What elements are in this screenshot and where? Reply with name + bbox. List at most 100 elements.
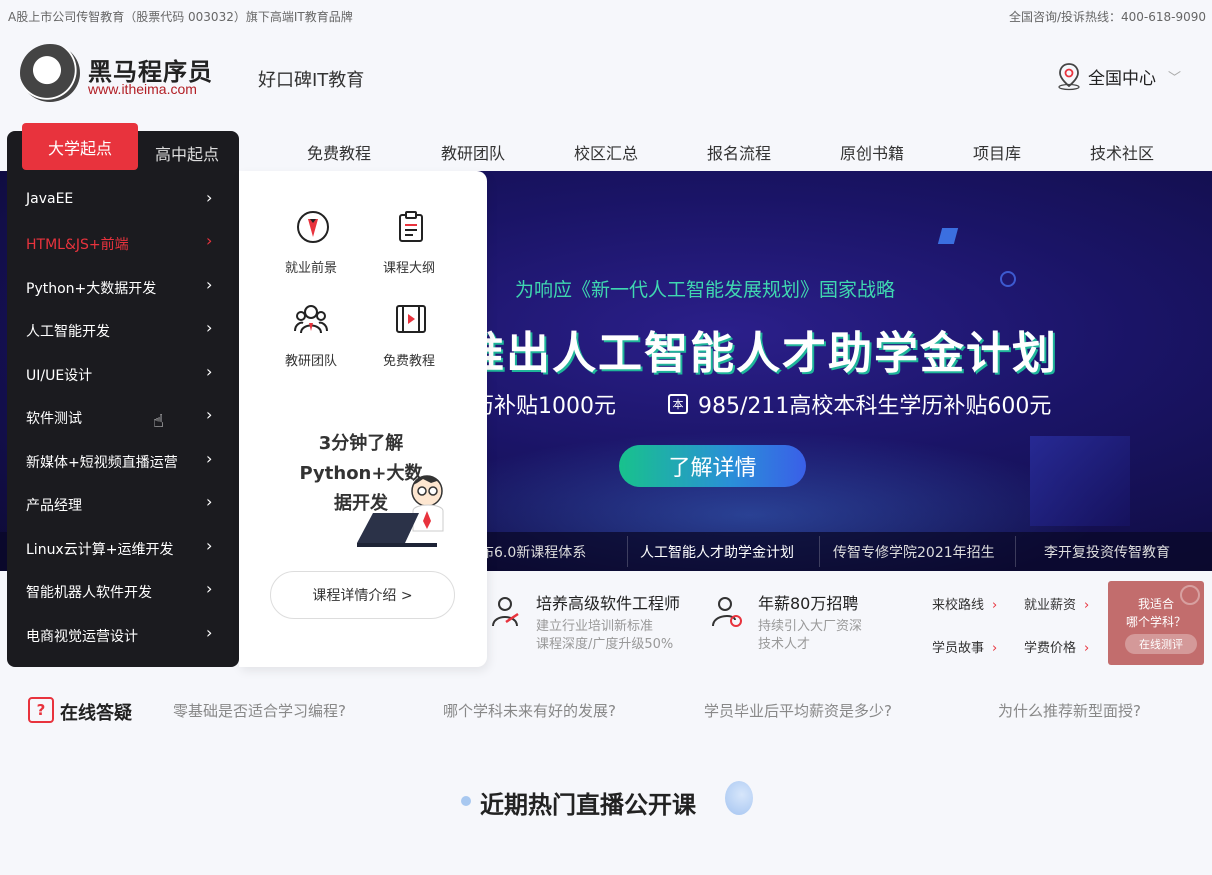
- feature-desc: 课程深度/广度升级50%: [536, 637, 674, 652]
- question-icon: ?: [28, 697, 54, 723]
- chevron-right-icon: ›: [992, 641, 998, 656]
- menu-item-testing[interactable]: 软件测试 ›: [7, 397, 239, 437]
- qa-question-4[interactable]: 为什么推荐新型面授?: [998, 700, 1141, 721]
- quiz-line-1: 我适合: [1137, 597, 1174, 611]
- chevron-right-icon: ›: [206, 231, 213, 250]
- career-prospect-icon[interactable]: [295, 209, 331, 245]
- menu-item-label: 新媒体+短视频直播运营: [26, 455, 178, 471]
- nav-free-tutorials[interactable]: 免费教程: [307, 140, 371, 164]
- menu-item-pm[interactable]: 产品经理 ›: [7, 484, 239, 524]
- tab-university[interactable]: 大学起点: [22, 123, 138, 170]
- banner-tab-1[interactable]: 布6.0新课程体系: [480, 542, 586, 562]
- section-title: 近期热门直播公开课: [480, 791, 696, 819]
- nav-campuses[interactable]: 校区汇总: [574, 140, 638, 164]
- popover-link-syllabus[interactable]: 课程大纲: [383, 257, 435, 276]
- banner-subtitle: 为响应《新一代人工智能发展规划》国家战略: [515, 279, 896, 301]
- banner-subsidy-2: 本 985/211高校本科生学历补贴600元: [668, 388, 1051, 420]
- menu-item-label: 软件测试: [26, 411, 82, 427]
- nav-projects[interactable]: 项目库: [973, 140, 1021, 164]
- banner-subsidy-1: 历补贴1000元: [472, 394, 616, 419]
- title-dot-decoration: [461, 796, 471, 806]
- company-notice: A股上市公司传智教育（股票代码 003032）旗下高端IT教育品牌: [8, 10, 353, 24]
- menu-item-label: 电商视觉运营设计: [26, 629, 138, 645]
- quick-link-stories[interactable]: 学员故事 ›: [932, 637, 997, 656]
- chevron-down-icon: ﹀: [1168, 70, 1182, 86]
- feature-desc: 技术人才: [758, 637, 811, 652]
- banner-tab-2[interactable]: 人工智能人才助学金计划: [640, 542, 794, 562]
- feature-title: 年薪80万招聘: [758, 594, 859, 613]
- chevron-right-icon: ›: [206, 405, 213, 424]
- book-icon: 本: [668, 394, 688, 414]
- banner-block: [1030, 436, 1130, 526]
- banner-subsidy-2-text: 985/211高校本科生学历补贴600元: [698, 394, 1052, 419]
- menu-item-python[interactable]: Python+大数据开发 ›: [7, 267, 239, 307]
- team-icon[interactable]: [293, 301, 329, 337]
- divider: [1015, 536, 1016, 567]
- quiz-button[interactable]: 在线测评: [1125, 634, 1197, 654]
- quick-link-label: 学员故事: [932, 641, 985, 656]
- video-icon[interactable]: [393, 301, 429, 337]
- learn-more-button[interactable]: 了解详情: [619, 445, 806, 487]
- nav-teaching-team[interactable]: 教研团队: [441, 140, 505, 164]
- menu-item-javaee[interactable]: JavaEE ›: [7, 180, 239, 220]
- chevron-right-icon: ›: [206, 623, 213, 642]
- chevron-right-icon: ›: [206, 492, 213, 511]
- popover-link-free[interactable]: 免费教程: [383, 350, 435, 369]
- programmer-illustration: [357, 475, 444, 547]
- menu-item-label: HTML&JS+前端: [26, 237, 129, 253]
- quick-link-label: 来校路线: [932, 598, 985, 613]
- qa-question-1[interactable]: 零基础是否适合学习编程?: [173, 700, 346, 721]
- hotline: 全国咨询/投诉热线：400-618-9090: [1008, 10, 1206, 24]
- location-pin-icon: [1058, 63, 1080, 91]
- menu-item-ai[interactable]: 人工智能开发 ›: [7, 310, 239, 350]
- quick-link-route[interactable]: 来校路线 ›: [932, 594, 997, 613]
- salary-icon: [712, 597, 742, 627]
- menu-item-label: Python+大数据开发: [26, 281, 157, 297]
- popover-link-team[interactable]: 教研团队: [285, 350, 337, 369]
- chevron-right-icon: ›: [206, 579, 213, 598]
- feature-desc: 建立行业培训新标准: [536, 619, 654, 634]
- subject-quiz-card[interactable]: 我适合 哪个学科？ 在线测评: [1108, 581, 1204, 665]
- slogan: 好口碑IT教育: [258, 70, 365, 91]
- qa-question-2[interactable]: 哪个学科未来有好的发展?: [443, 700, 616, 721]
- qa-question-3[interactable]: 学员毕业后平均薪资是多少?: [704, 700, 892, 721]
- quick-link-label: 就业薪资: [1024, 598, 1077, 613]
- quick-link-salary[interactable]: 就业薪资 ›: [1024, 594, 1089, 613]
- chevron-right-icon: ›: [206, 536, 213, 555]
- menu-item-frontend[interactable]: HTML&JS+前端 ›: [7, 223, 239, 263]
- menu-item-ecommerce[interactable]: 电商视觉运营设计 ›: [7, 615, 239, 655]
- menu-item-ui[interactable]: UI/UE设计 ›: [7, 354, 239, 394]
- feature-title: 培养高级软件工程师: [536, 594, 681, 613]
- syllabus-icon[interactable]: [393, 209, 429, 245]
- center-selector[interactable]: 全国中心 ﹀: [1054, 61, 1181, 91]
- engineer-icon: [492, 597, 519, 627]
- menu-item-label: UI/UE设计: [26, 368, 93, 384]
- menu-item-new-media[interactable]: 新媒体+短视频直播运营 ›: [7, 441, 239, 481]
- banner-ring: [1000, 271, 1016, 287]
- feature-desc: 持续引入大厂资深: [758, 619, 863, 634]
- chevron-right-icon: ›: [206, 188, 213, 207]
- tab-highschool[interactable]: 高中起点: [155, 141, 219, 165]
- quick-link-label: 学费价格: [1024, 641, 1077, 656]
- quiz-text: 我适合 哪个学科？: [1108, 595, 1204, 631]
- chevron-right-icon: ›: [206, 318, 213, 337]
- title-bubble-decoration: [725, 781, 753, 815]
- banner-tab-4[interactable]: 李开复投资传智教育: [1044, 542, 1170, 562]
- chevron-right-icon: ›: [1084, 598, 1090, 613]
- feature-salary: 年薪80万招聘 持续引入大厂资深 技术人才: [758, 590, 862, 654]
- chevron-right-icon: ›: [1084, 641, 1090, 656]
- popover-link-career[interactable]: 就业前景: [285, 257, 337, 276]
- logo[interactable]: 黑马程序员 www.itheima.com: [20, 44, 220, 104]
- course-detail-button[interactable]: 课程详情介绍 >: [270, 571, 455, 619]
- menu-item-label: Linux云计算+运维开发: [26, 542, 174, 558]
- divider: [627, 536, 628, 567]
- nav-enrollment[interactable]: 报名流程: [707, 140, 771, 164]
- menu-item-linux[interactable]: Linux云计算+运维开发 ›: [7, 528, 239, 568]
- banner-tab-3[interactable]: 传智专修学院2021年招生: [833, 542, 995, 562]
- menu-item-robot[interactable]: 智能机器人软件开发 ›: [7, 571, 239, 611]
- chevron-right-icon: ›: [206, 275, 213, 294]
- nav-community[interactable]: 技术社区: [1090, 140, 1154, 164]
- nav-books[interactable]: 原创书籍: [840, 140, 904, 164]
- quick-link-tuition[interactable]: 学费价格 ›: [1024, 637, 1089, 656]
- horse-logo-icon: [20, 44, 80, 102]
